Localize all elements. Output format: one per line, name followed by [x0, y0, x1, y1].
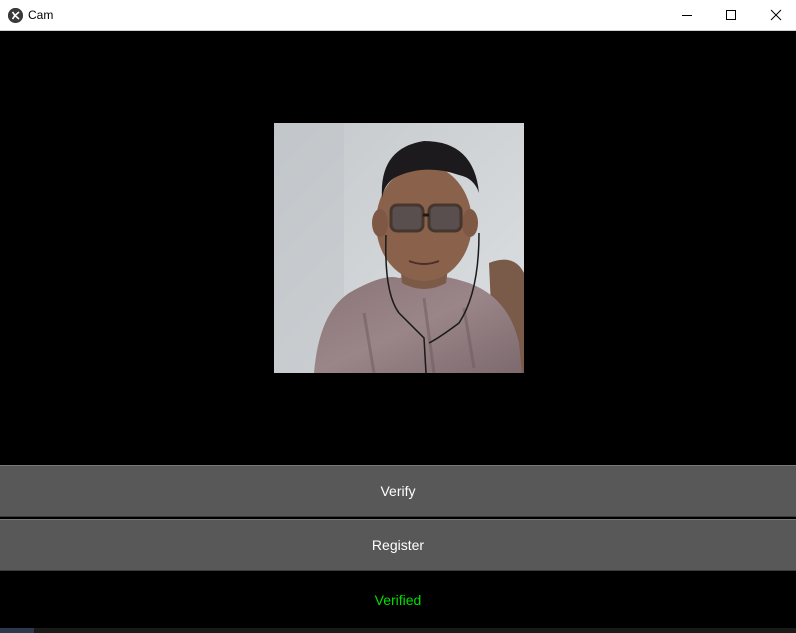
title-bar[interactable]: Cam — [0, 0, 796, 31]
app-window: Cam Verify Register Verified — [0, 0, 796, 633]
app-icon — [8, 8, 23, 23]
close-button[interactable] — [753, 0, 796, 30]
console-strip — [0, 628, 796, 633]
maximize-button[interactable] — [708, 0, 754, 30]
verify-button[interactable]: Verify — [0, 465, 796, 517]
camera-feed — [274, 123, 524, 373]
status-label: Verified — [374, 592, 422, 608]
minimize-button[interactable] — [664, 0, 710, 30]
close-icon — [770, 9, 782, 21]
camera-image — [274, 123, 524, 373]
maximize-icon — [726, 10, 736, 20]
register-button[interactable]: Register — [0, 519, 796, 571]
window-title: Cam — [28, 8, 54, 22]
minimize-icon — [682, 15, 692, 16]
